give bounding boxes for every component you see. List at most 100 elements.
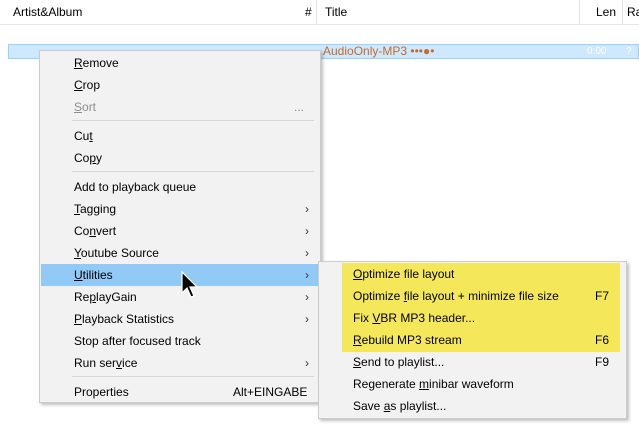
menu-item-remove[interactable]: Remove — [41, 52, 319, 74]
utilities-submenu: Optimize file layout Optimize file layout… — [318, 261, 627, 419]
label-part: Regenerate — [353, 377, 420, 391]
label-part: outube Source — [80, 246, 159, 260]
menu-item-add-to-playback-queue[interactable]: Add to playback queue — [41, 176, 319, 198]
menu-item-label: Tagging — [74, 198, 116, 220]
menu-item-stop-after-focused-track[interactable]: Stop after focused track — [41, 330, 319, 352]
menu-separator — [72, 120, 314, 121]
label-part: vert — [96, 224, 117, 238]
label-part: layback Statistics — [82, 312, 175, 326]
label-part: tilities — [82, 268, 113, 282]
menu-item-shortcut: ... — [294, 100, 305, 114]
menu-item-shortcut: F9 — [595, 355, 610, 369]
chevron-right-icon: › — [305, 246, 309, 260]
label-part: Co — [74, 224, 90, 238]
label-part: emove — [82, 56, 119, 70]
menu-item-youtube-source[interactable]: Youtube Source › — [41, 242, 319, 264]
menu-item-label: Fix VBR MP3 header... — [353, 307, 475, 329]
column-separator[interactable] — [579, 0, 580, 24]
menu-item-label: Regenerate minibar waveform — [353, 373, 514, 395]
submenu-item-regenerate-minibar-waveform[interactable]: Regenerate minibar waveform — [320, 373, 625, 395]
label-part: BR MP3 header... — [380, 311, 476, 325]
column-title[interactable]: Title — [325, 0, 347, 24]
submenu-item-save-as-playlist[interactable]: Save as playlist... — [320, 395, 625, 417]
access-key: R — [353, 333, 362, 347]
column-artist-album[interactable]: Artist&Album — [13, 0, 82, 24]
track-title: AudioOnly-MP3 •••●• — [323, 44, 435, 58]
submenu-item-optimize-file-layout-minimize-file-size[interactable]: Optimize file layout + minimize file siz… — [320, 285, 625, 307]
track-length: 0:00 — [587, 46, 607, 57]
label-part: ptimize file layout — [362, 267, 455, 281]
column-separator[interactable] — [316, 0, 317, 24]
access-key: P — [74, 312, 83, 326]
menu-item-label: Convert — [74, 220, 116, 242]
menu-item-cut[interactable]: Cut — [41, 125, 319, 147]
menu-item-copy[interactable]: Copy — [41, 147, 319, 169]
label-part: inibar waveform — [429, 377, 514, 391]
menu-item-replaygain[interactable]: ReplayGain › — [41, 286, 319, 308]
label-part: y — [96, 151, 103, 165]
access-key: S — [74, 100, 83, 114]
access-key: m — [419, 377, 430, 391]
menu-item-crop[interactable]: Crop — [41, 74, 319, 96]
menu-item-shortcut: F7 — [595, 289, 610, 303]
label-part: end to playlist... — [361, 355, 445, 369]
label-part: Co — [74, 151, 90, 165]
label-part: agging — [80, 202, 117, 216]
menu-item-label: Utilities — [74, 264, 113, 286]
chevron-right-icon: › — [305, 202, 309, 216]
access-key: R — [74, 56, 83, 70]
menu-item-properties[interactable]: Properties Alt+EINGABE — [41, 381, 319, 403]
menu-item-convert[interactable]: Convert › — [41, 220, 319, 242]
column-separator[interactable] — [622, 0, 623, 24]
menu-item-sort[interactable]: Sort... — [41, 96, 319, 118]
menu-item-label: Playback Statistics — [74, 308, 174, 330]
menu-item-label: Run service — [74, 352, 137, 374]
access-key: t — [89, 129, 93, 143]
menu-item-label: Rebuild MP3 stream — [353, 329, 462, 351]
label-part: ile layout + minimize file size — [407, 289, 559, 303]
chevron-right-icon: › — [305, 290, 309, 304]
menu-item-label: Save as playlist... — [353, 395, 446, 417]
menu-item-utilities[interactable]: Utilities › — [41, 264, 319, 286]
submenu-item-send-to-playlist[interactable]: Send to playlist... F9 — [320, 351, 625, 373]
menu-item-label: Stop after focused track — [74, 334, 201, 348]
submenu-item-rebuild-mp3-stream[interactable]: Rebuild MP3 stream F6 — [320, 329, 625, 351]
submenu-item-fix-vbr-mp3-header[interactable]: Fix VBR MP3 header... — [320, 307, 625, 329]
access-key: S — [353, 355, 362, 369]
menu-item-label: Optimize file layout + minimize file siz… — [353, 285, 559, 307]
menu-item-label: Cut — [74, 125, 93, 147]
chevron-right-icon: › — [305, 224, 309, 238]
label-part: ort — [82, 100, 97, 114]
label-part: ebuild MP3 stream — [361, 333, 462, 347]
playlist-header: Artist&Album # Title Len Ra — [0, 0, 639, 25]
menu-item-label: Copy — [74, 147, 102, 169]
menu-item-label: Optimize file layout — [353, 263, 454, 285]
menu-item-label: ReplayGain — [74, 286, 137, 308]
menu-item-run-service[interactable]: Run service › — [41, 352, 319, 374]
column-rating[interactable]: Ra — [627, 0, 639, 24]
label-part: Save — [353, 399, 384, 413]
label-part: s playlist... — [390, 399, 447, 413]
column-number[interactable]: # — [305, 0, 312, 24]
chevron-right-icon: › — [305, 268, 309, 282]
column-length[interactable]: Len — [596, 0, 616, 24]
access-key: U — [74, 268, 83, 282]
menu-item-label: Sort — [74, 96, 96, 118]
submenu-item-optimize-file-layout[interactable]: Optimize file layout — [320, 263, 625, 285]
menu-item-tagging[interactable]: Tagging › — [41, 198, 319, 220]
menu-item-label: Crop — [74, 74, 100, 96]
label-part: layGain — [96, 290, 137, 304]
label-part: Re — [74, 290, 90, 304]
menu-item-shortcut: Alt+EINGABE — [233, 385, 308, 399]
access-key: O — [353, 267, 363, 281]
access-key: Y — [74, 246, 81, 260]
label-part: Run ser — [74, 356, 117, 370]
label-part: ice — [122, 356, 138, 370]
label-part: rop — [82, 78, 101, 92]
menu-item-label: Send to playlist... — [353, 351, 444, 373]
context-menu: Remove Crop Sort... Cut Copy Add to playback … — [39, 50, 321, 403]
mouse-cursor-icon — [181, 270, 199, 302]
menu-item-label: Youtube Source — [74, 242, 159, 264]
chevron-right-icon: › — [305, 312, 309, 326]
menu-item-playback-statistics[interactable]: Playback Statistics › — [41, 308, 319, 330]
